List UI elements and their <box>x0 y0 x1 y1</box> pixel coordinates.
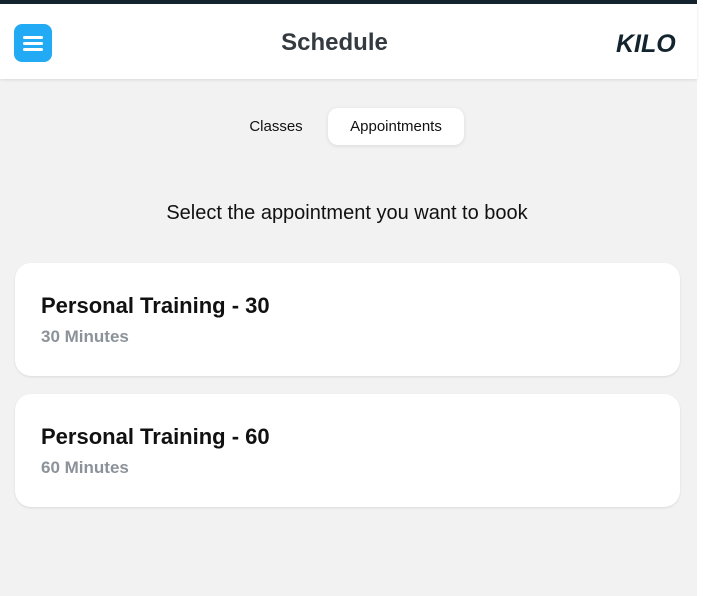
app-screen: Schedule KILO Classes Appointments Selec… <box>0 0 697 596</box>
tab-classes[interactable]: Classes <box>236 108 316 145</box>
instruction-text: Select the appointment you want to book <box>166 202 528 224</box>
appointment-duration: 60 Minutes <box>41 458 129 477</box>
page-title: Schedule <box>281 29 388 56</box>
schedule-tabs: Classes Appointments <box>0 108 697 145</box>
tab-appointments[interactable]: Appointments <box>328 108 464 145</box>
appointment-card-personal-training-60[interactable]: Personal Training - 60 60 Minutes <box>15 394 680 507</box>
kilo-logo: KILO <box>616 30 676 58</box>
appointment-title: Personal Training - 30 <box>41 293 270 318</box>
header: Schedule KILO <box>0 4 697 79</box>
appointment-duration: 30 Minutes <box>41 327 129 346</box>
appointment-card-personal-training-30[interactable]: Personal Training - 30 30 Minutes <box>15 263 680 376</box>
appointment-title: Personal Training - 60 <box>41 424 270 449</box>
